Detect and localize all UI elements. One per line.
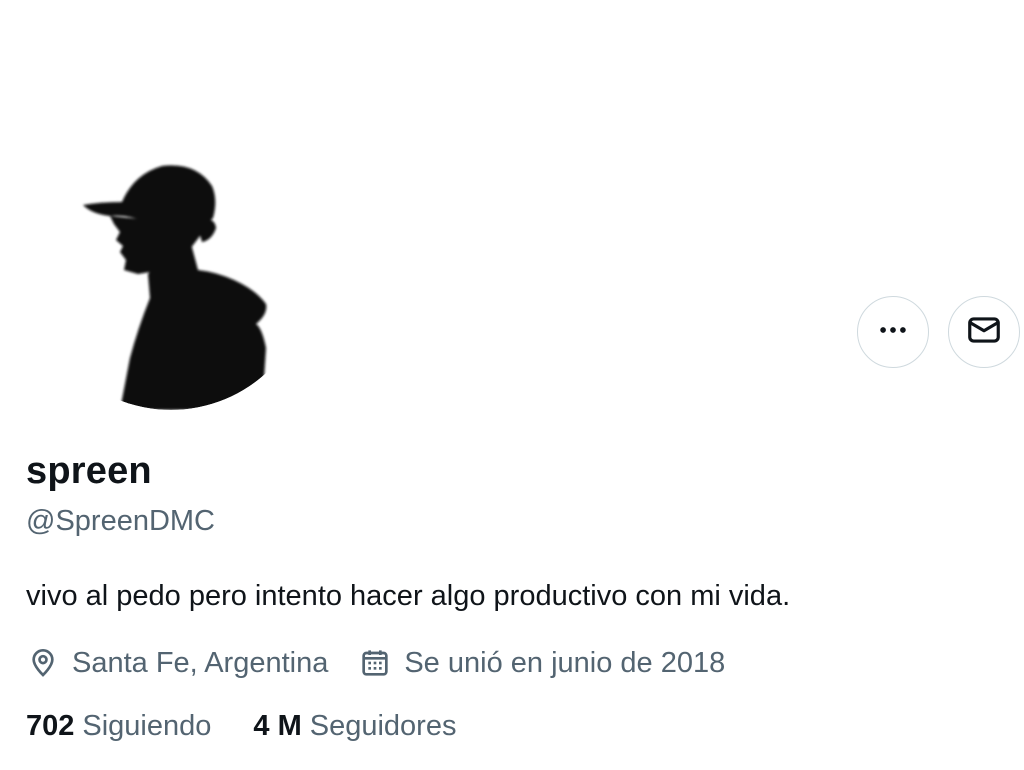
following-link[interactable]: 702 Siguiendo xyxy=(26,710,211,743)
silhouette-image xyxy=(83,165,267,410)
calendar-icon xyxy=(358,646,392,680)
message-icon xyxy=(965,311,1003,354)
more-button[interactable] xyxy=(857,296,929,368)
location-item: Santa Fe, Argentina xyxy=(26,646,328,680)
followers-count: 4 M xyxy=(253,710,302,742)
following-label: Siguiendo xyxy=(82,710,212,742)
profile-page: spreen @SpreenDMC vivo al pedo pero inte… xyxy=(0,0,1024,770)
joined-text: Se unió en junio de 2018 xyxy=(404,646,726,679)
avatar[interactable] xyxy=(30,128,312,410)
display-name: spreen xyxy=(26,450,152,492)
followers-label: Seguidores xyxy=(309,710,457,742)
location-pin-icon xyxy=(26,646,60,680)
location-text: Santa Fe, Argentina xyxy=(72,646,329,679)
followers-link[interactable]: 4 M Seguidores xyxy=(253,710,456,743)
bio-text: vivo al pedo pero intento hacer algo pro… xyxy=(26,580,791,612)
message-button[interactable] xyxy=(948,296,1020,368)
username-handle: @SpreenDMC xyxy=(26,505,215,537)
following-count: 702 xyxy=(26,710,75,742)
more-icon xyxy=(876,313,910,352)
joined-item: Se unió en junio de 2018 xyxy=(358,646,725,680)
follow-stats: 702 Siguiendo 4 M Seguidores xyxy=(26,710,456,743)
profile-meta: Santa Fe, Argentina Se unió en junio de … xyxy=(26,643,725,683)
